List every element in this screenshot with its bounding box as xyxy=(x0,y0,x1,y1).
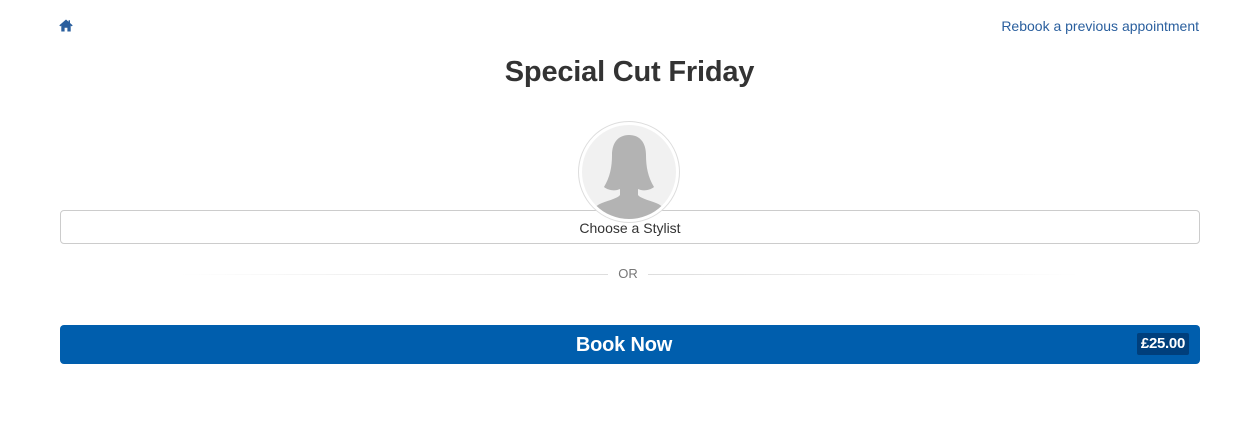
divider-line-left xyxy=(180,274,608,275)
booking-page: Rebook a previous appointment Special Cu… xyxy=(0,0,1244,430)
price-badge: £25.00 xyxy=(1136,333,1189,355)
home-icon xyxy=(59,19,73,32)
home-link[interactable] xyxy=(59,19,73,32)
page-title: Special Cut Friday xyxy=(504,56,755,88)
divider-line-right xyxy=(648,274,1080,275)
divider-text: OR xyxy=(618,266,638,281)
book-now-button[interactable]: Book Now £25.00 xyxy=(60,325,1200,364)
avatar-background xyxy=(582,125,676,219)
stylist-avatar[interactable] xyxy=(578,121,680,223)
person-silhouette-icon xyxy=(589,135,669,219)
or-divider: OR xyxy=(180,264,1080,284)
book-now-label: Book Now xyxy=(575,334,673,356)
rebook-previous-appointment-link[interactable]: Rebook a previous appointment xyxy=(1001,18,1199,34)
